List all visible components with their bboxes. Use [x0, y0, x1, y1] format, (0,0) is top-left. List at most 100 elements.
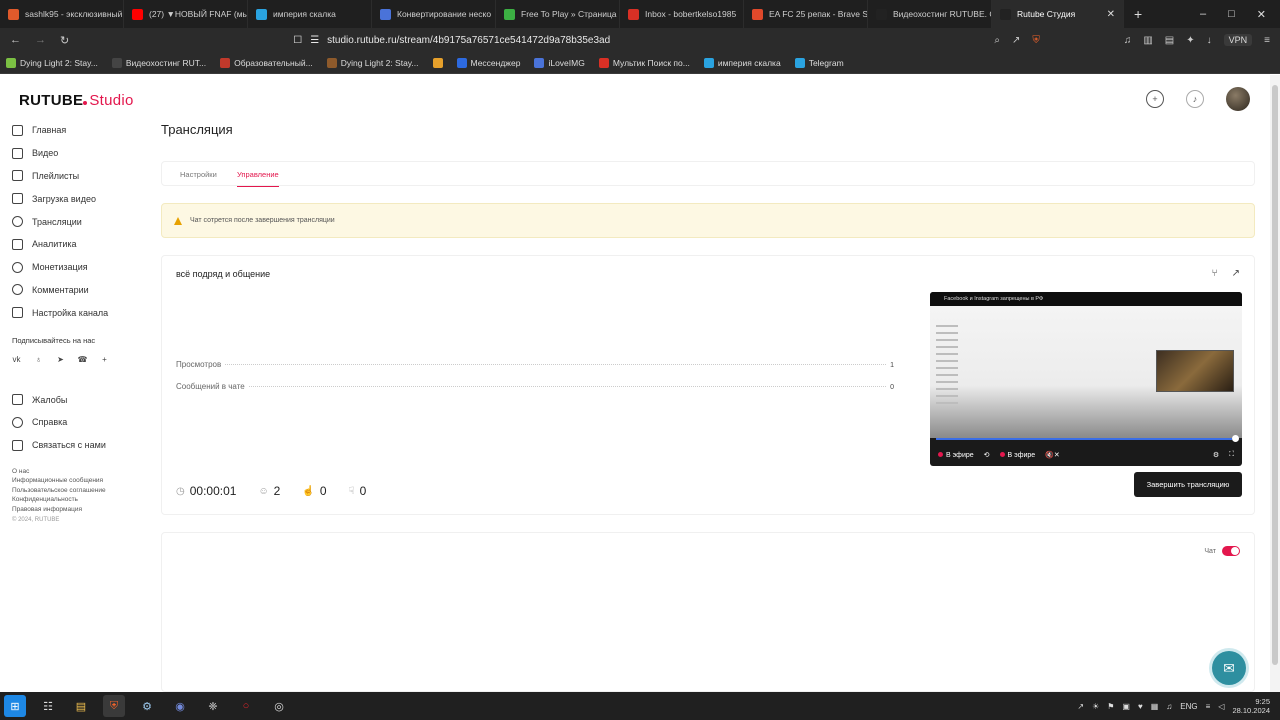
footer-link[interactable]: О нас [12, 467, 152, 477]
sidebar-item-flag[interactable]: Жалобы [12, 388, 152, 411]
back-icon[interactable]: ← [10, 34, 21, 46]
browser-tab[interactable]: Видеохостинг RUTUBE. С [868, 0, 992, 28]
browser-tab[interactable]: sashlk95 - эксклюзивный [0, 0, 124, 28]
sidebar-item-analytics[interactable]: Аналитика [12, 233, 152, 256]
url-text[interactable]: studio.rutube.ru/stream/4b9175a76571ce54… [327, 35, 610, 46]
obs-icon[interactable]: ◎ [268, 695, 290, 717]
bookmark-item[interactable]: Мультик Поиск по... [598, 57, 690, 68]
telegram-icon[interactable]: ➤ [56, 355, 65, 364]
mute-icon[interactable]: 🔇✕ [1045, 451, 1060, 459]
start-icon[interactable]: ⊞ [4, 695, 26, 717]
footer-link[interactable]: Информационные сообщения [12, 476, 152, 486]
bookmark-item[interactable]: Образовательный... [220, 57, 313, 68]
language-indicator[interactable]: ENG [1180, 702, 1197, 711]
menu-icon[interactable]: ≡ [1264, 35, 1270, 46]
sidebar-toggle-icon[interactable]: ▥ [1143, 35, 1152, 46]
tray-icon[interactable]: ⚑ [1107, 702, 1114, 711]
bookmark-icon[interactable]: ☐ [293, 35, 302, 46]
sidebar-item-channel-settings[interactable]: Настройка канала [12, 301, 152, 324]
volume-icon[interactable]: ♫ [1166, 702, 1172, 711]
brave-shield-icon[interactable]: ⛨ [1032, 35, 1040, 46]
rewind-icon[interactable]: ⟲ [984, 451, 990, 459]
browser-tab[interactable]: EA FC 25 репак - Brave S [744, 0, 868, 28]
player-progress-knob[interactable] [1232, 435, 1239, 442]
vpn-button[interactable]: VPN [1223, 34, 1253, 46]
browser-tab[interactable]: империя скалка [248, 0, 372, 28]
maximize-icon[interactable]: □ [1228, 8, 1235, 21]
bookmark-item[interactable]: iLoveIMG [534, 57, 585, 68]
tab-settings[interactable]: Настройки [180, 162, 217, 187]
bookmark-item[interactable]: Dying Light 2: Stay... [326, 57, 419, 68]
browser-tab[interactable]: Конвертирование неско [372, 0, 496, 28]
clock[interactable]: 9:25 28.10.2024 [1232, 697, 1270, 715]
brave-browser-icon[interactable]: ⛨ [103, 695, 125, 717]
footer-link[interactable]: Правовая информация [12, 505, 152, 515]
footer-link[interactable]: Пользовательское соглашение [12, 486, 152, 496]
tray-icon[interactable]: ♥ [1138, 702, 1143, 711]
tray-icon[interactable]: ☀ [1092, 702, 1099, 711]
browser-tab[interactable]: (27) ▼НОВЫЙ FNAF (мы [124, 0, 248, 28]
browser-tab[interactable]: Rutube Студия ✕ [992, 0, 1124, 28]
new-tab-icon[interactable]: + [1124, 6, 1152, 22]
viber-icon[interactable]: ☎ [78, 355, 88, 364]
app-icon[interactable]: ❈ [202, 695, 224, 717]
tray-icon[interactable]: ↗ [1077, 702, 1084, 711]
bookmark-item[interactable]: Telegram [794, 57, 844, 68]
site-info-icon[interactable]: ☰ [310, 35, 319, 46]
more-social-icon[interactable]: + [100, 355, 109, 364]
sidebar-item-broadcast[interactable]: Трансляции [12, 210, 152, 233]
sidebar-item-home[interactable]: Главная [12, 119, 152, 142]
rutube-studio-logo[interactable]: RUTUBE Studio [19, 92, 134, 114]
file-explorer-icon[interactable]: ▤ [70, 695, 92, 717]
stream-preview-player[interactable]: Facebook и Instagram запрещены в РФ В эф… [930, 292, 1242, 466]
end-stream-button[interactable]: Завершить трансляцию [1134, 472, 1242, 497]
task-view-icon[interactable]: ☷ [37, 695, 59, 717]
zoom-icon[interactable]: ⌕ [994, 35, 1000, 46]
close-tab-icon[interactable]: ✕ [1107, 9, 1115, 20]
extensions-icon[interactable]: ✦ [1186, 35, 1194, 46]
page-scrollbar[interactable] [1270, 75, 1280, 692]
bookmark-item[interactable]: Видеохостинг RUT... [111, 57, 206, 68]
share-icon[interactable]: ⑂ [1212, 268, 1218, 279]
network-icon[interactable]: ▦ [1151, 702, 1159, 711]
close-window-icon[interactable]: ✕ [1257, 8, 1266, 21]
footer-link[interactable]: Конфиденциальность [12, 495, 152, 505]
browser-tab[interactable]: Free To Play » Страница 8 [496, 0, 620, 28]
player-settings-icon[interactable]: ⚙ [1213, 451, 1219, 459]
notifications-button[interactable]: ♪ [1186, 90, 1204, 108]
sidebar-item-comments[interactable]: Комментарии [12, 279, 152, 302]
tab-management[interactable]: Управление [237, 162, 279, 187]
scrollbar-thumb[interactable] [1272, 85, 1278, 665]
sidebar-item-monetization[interactable]: Монетизация [12, 256, 152, 279]
browser-tab[interactable]: Inbox - bobertkelso1985 [620, 0, 744, 28]
forward-icon[interactable]: → [35, 34, 46, 46]
open-external-icon[interactable]: ↗ [1232, 268, 1240, 279]
ok-icon[interactable]: ♁ [34, 355, 43, 364]
steam-icon[interactable]: ⚙ [136, 695, 158, 717]
upload-button[interactable]: + [1146, 90, 1164, 108]
wallet-icon[interactable]: ▤ [1165, 35, 1174, 46]
share-page-icon[interactable]: ↗ [1012, 35, 1020, 46]
discord-icon[interactable]: ◉ [169, 695, 191, 717]
avatar[interactable] [1226, 87, 1250, 111]
reload-icon[interactable]: ↻ [60, 34, 69, 47]
url-field[interactable]: ☐ ☰ studio.rutube.ru/stream/4b9175a76571… [293, 35, 610, 46]
player-progress-bar[interactable] [936, 438, 1232, 440]
vk-icon[interactable]: vk [12, 355, 21, 364]
bookmark-item[interactable]: Dying Light 2: Stay... [6, 57, 98, 68]
sidebar-item-playlist[interactable]: Плейлисты [12, 165, 152, 188]
sidebar-item-upload[interactable]: Загрузка видео [12, 187, 152, 210]
download-icon[interactable]: ↓ [1207, 35, 1212, 46]
playlist-icon[interactable]: ♫ [1124, 35, 1132, 46]
tray-icon[interactable]: ▣ [1122, 702, 1130, 711]
bookmark-item[interactable] [432, 57, 443, 68]
bookmark-item[interactable]: Мессенджер [456, 57, 520, 68]
fullscreen-icon[interactable]: ⛶ [1229, 451, 1234, 459]
help-chat-button[interactable]: ✉ [1212, 651, 1246, 685]
minimize-icon[interactable]: – [1200, 8, 1206, 21]
opera-icon[interactable]: ○ [235, 695, 257, 717]
sidebar-item-help[interactable]: Справка [12, 411, 152, 434]
bookmark-item[interactable]: империя скалка [703, 57, 781, 68]
speaker-icon[interactable]: ◁ [1218, 702, 1224, 711]
wifi-icon[interactable]: ≡ [1206, 702, 1211, 711]
